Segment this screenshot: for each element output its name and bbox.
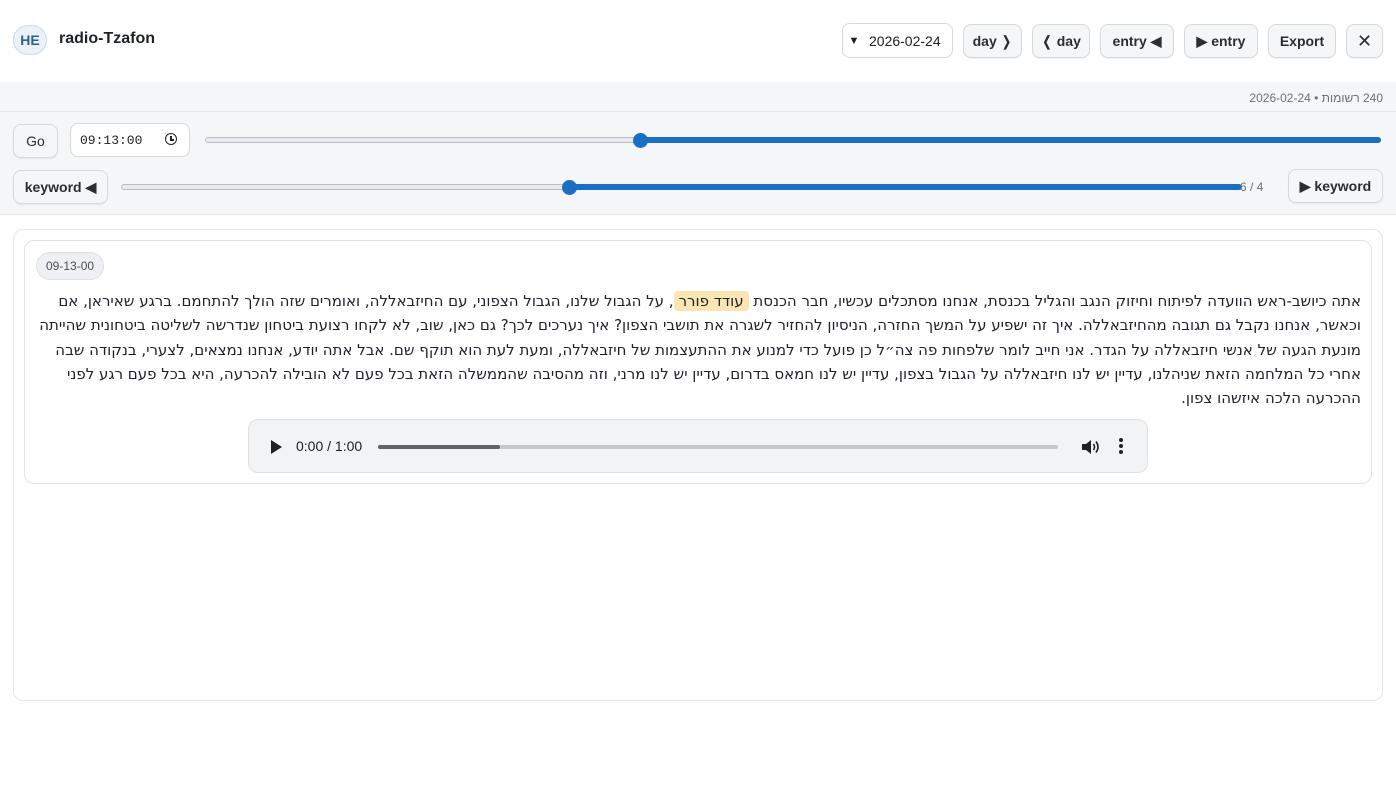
- prev-day-button[interactable]: ❬ day: [1032, 24, 1090, 58]
- audio-player: 0:00 / 1:00: [248, 419, 1148, 473]
- audio-time-display: 0:00 / 1:00: [296, 438, 363, 454]
- export-button[interactable]: Export: [1268, 24, 1336, 58]
- audio-buffered: [378, 445, 500, 449]
- close-button[interactable]: ✕: [1346, 24, 1383, 58]
- transcript-text-before: אתה כיושב-ראש הוועדה לפיתוח וחיזוק הנגב …: [748, 292, 1361, 310]
- info-bar: 240 רשומות • 2026-02-24: [0, 82, 1396, 112]
- prev-keyword-button[interactable]: keyword ◀: [13, 170, 108, 204]
- time-slider-thumb[interactable]: [633, 133, 648, 148]
- keyword-slider[interactable]: [121, 180, 1242, 195]
- keyword-highlight: עודד פורר: [673, 291, 749, 311]
- next-day-button[interactable]: day ❭: [963, 24, 1022, 58]
- entry-time-chip[interactable]: 09-13-00: [36, 252, 105, 280]
- chevron-down-icon: ▼: [848, 34, 860, 47]
- header-bar: HE radio-Tzafon ▼ 2026-02-24 day ❭ ❬ day…: [0, 0, 1396, 83]
- app-window: HE radio-Tzafon ▼ 2026-02-24 day ❭ ❬ day…: [0, 0, 1396, 724]
- keyword-slider-thumb[interactable]: [562, 180, 577, 195]
- controls-panel: Go 09:13:00 keyword ◀ ▶ keyword: [0, 112, 1396, 215]
- prev-entry-button[interactable]: entry ◀: [1100, 24, 1174, 58]
- play-icon[interactable]: [271, 440, 282, 454]
- time-input[interactable]: 09:13:00: [70, 123, 190, 157]
- time-slider-fill: [640, 137, 1381, 143]
- time-slider[interactable]: [205, 133, 1381, 148]
- volume-icon[interactable]: [1081, 439, 1101, 455]
- clock-icon[interactable]: [165, 133, 177, 145]
- app-title: radio-Tzafon: [59, 30, 155, 47]
- date-select[interactable]: ▼ 2026-02-24: [842, 23, 953, 58]
- keyword-slider-fill: [569, 184, 1242, 190]
- audio-seek-bar[interactable]: [378, 445, 1058, 449]
- entry-transcript: אתה כיושב-ראש הוועדה לפיתוח וחיזוק הנגב …: [37, 289, 1361, 410]
- date-value: 2026-02-24: [869, 32, 941, 49]
- entries-summary: 240 רשומות • 2026-02-24: [1249, 91, 1383, 105]
- language-badge[interactable]: HE: [13, 25, 47, 55]
- more-options-icon[interactable]: [1118, 438, 1124, 456]
- next-entry-button[interactable]: ▶ entry: [1184, 24, 1258, 58]
- go-button[interactable]: Go: [13, 124, 58, 158]
- next-keyword-button[interactable]: ▶ keyword: [1288, 169, 1383, 203]
- entry-card: 09-13-00 אתה כיושב-ראש הוועדה לפיתוח וחי…: [24, 240, 1372, 484]
- time-input-value: 09:13:00: [80, 132, 143, 148]
- keyword-counter: 6 / 4: [1240, 180, 1264, 194]
